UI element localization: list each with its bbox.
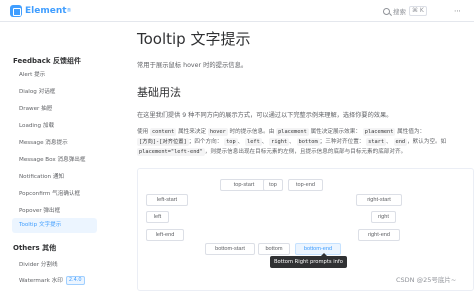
search-shortcut-key: ⌘ K: [409, 6, 427, 16]
version-badge: 2.4.0: [65, 276, 85, 285]
inline-code: start: [366, 138, 387, 146]
bottom-start-button[interactable]: bottom-start: [205, 243, 255, 255]
page-title: Tooltip 文字提示: [137, 30, 251, 48]
usage-text: 属性值为：: [395, 129, 426, 135]
sidebar-item-dialog[interactable]: Dialog 对话框: [12, 85, 97, 100]
sidebar-item-message[interactable]: Message 消息提示: [12, 136, 97, 151]
logo-text: Element: [25, 6, 67, 16]
section-title: 基础用法: [137, 86, 181, 99]
usage-text: 、: [261, 139, 270, 145]
top-navbar: Element ® 搜索 ⌘ K ⋯: [0, 0, 474, 22]
usage-text: 时的提示信息。由: [227, 129, 277, 135]
inline-code: left: [245, 138, 262, 146]
inline-code: top: [224, 138, 238, 146]
tooltip-popup: Bottom Right prompts info: [270, 253, 347, 268]
right-button[interactable]: right: [371, 211, 396, 223]
usage-text: 、: [289, 139, 297, 145]
element-logo[interactable]: Element ®: [10, 4, 72, 18]
element-logo-icon: [10, 5, 22, 17]
usage-text: 属性决定展示效果：: [308, 129, 363, 135]
sidebar-item-watermark[interactable]: Watermark 水印 2.4.0: [12, 274, 97, 289]
demo-block: top-start top top-end left-start right-s…: [137, 168, 474, 291]
bottom-button[interactable]: bottom: [258, 243, 290, 255]
csdn-watermark: CSDN @25号底片~: [396, 276, 457, 284]
top-button[interactable]: top: [263, 179, 283, 191]
left-button[interactable]: left: [146, 211, 169, 223]
left-end-button[interactable]: left-end: [146, 229, 184, 241]
inline-code: content: [149, 128, 177, 136]
sidebar-item-drawer[interactable]: Drawer 抽屉: [12, 102, 97, 117]
usage-text: 、: [237, 139, 246, 145]
search-button[interactable]: 搜索 ⌘ K: [383, 4, 427, 18]
usage-text: ，默认为空。如: [407, 139, 447, 145]
usage-text: ；三种对齐位置：: [319, 139, 367, 145]
inline-code: hover: [207, 128, 228, 136]
right-end-button[interactable]: right-end: [358, 229, 400, 241]
top-end-button[interactable]: top-end: [288, 179, 323, 191]
logo-registered-mark: ®: [66, 8, 72, 14]
usage-text: 属性来决定: [176, 129, 208, 135]
usage-description: 使用 content 属性来决定 hover 时的提示信息。由 placemen…: [137, 127, 472, 157]
usage-text: ；四个方向：: [188, 139, 225, 145]
inline-code: bottom: [296, 138, 320, 146]
search-label: 搜索: [393, 8, 406, 16]
inline-code: placement: [362, 128, 396, 136]
sidebar-item-watermark-label: Watermark 水印: [19, 278, 63, 284]
inline-code: [方向]-[对齐位置]: [137, 138, 189, 146]
usage-text: ，则提示信息出现在目标元素的左侧，且提示信息的底部与目标元素的底部对齐。: [204, 149, 407, 155]
usage-text: 使用: [137, 129, 150, 135]
inline-code: placement: [276, 128, 309, 136]
sidebar-item-message-box[interactable]: Message Box 消息弹出框: [12, 153, 97, 168]
sidebar-item-tooltip[interactable]: Tooltip 文字提示: [12, 218, 97, 233]
sidebar-item-divider[interactable]: Divider 分割线: [12, 258, 97, 273]
usage-text: 、: [386, 139, 394, 145]
inline-code: placement="left-end": [137, 148, 205, 156]
more-icon[interactable]: ⋯: [454, 7, 461, 15]
sidebar-item-alert[interactable]: Alert 提示: [12, 68, 97, 83]
inline-code: right: [269, 138, 290, 146]
sidebar: Feedback 反馈组件 Alert 提示 Dialog 对话框 Drawer…: [0, 22, 100, 291]
sidebar-group-feedback: Feedback 反馈组件: [13, 57, 81, 65]
main-content: Tooltip 文字提示 常用于展示鼠标 hover 时的提示信息。 基础用法 …: [137, 22, 474, 291]
page-intro: 常用于展示鼠标 hover 时的提示信息。: [137, 62, 248, 69]
search-icon: [383, 7, 390, 15]
sidebar-item-popconfirm[interactable]: Popconfirm 气泡确认框: [12, 187, 97, 202]
bottom-end-button[interactable]: bottom-end: [295, 243, 341, 255]
sidebar-group-others: Others 其他: [13, 244, 57, 252]
right-start-button[interactable]: right-start: [356, 194, 402, 206]
top-start-button[interactable]: top-start: [220, 179, 268, 191]
left-start-button[interactable]: left-start: [146, 194, 188, 206]
sidebar-item-notification[interactable]: Notification 通知: [12, 170, 97, 185]
section-description: 在这里我们提供 9 种不同方向的展示方式，可以通过以下完整示例来理解，选择你要的…: [137, 112, 393, 119]
sidebar-item-loading[interactable]: Loading 加载: [12, 119, 97, 134]
sidebar-item-popover[interactable]: Popover 弹出框: [12, 204, 97, 219]
inline-code: end: [393, 138, 408, 146]
